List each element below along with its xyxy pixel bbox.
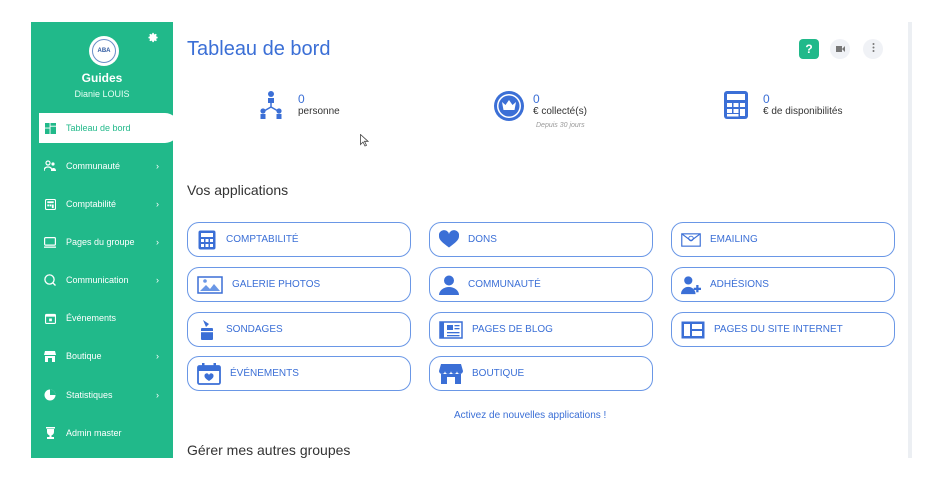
app-polls[interactable]: SONDAGES <box>187 312 411 347</box>
sidebar-item-accounting[interactable]: Comptabilité › <box>31 189 173 219</box>
stat-label: € de disponibilités <box>763 106 843 117</box>
app-label: ADHÉSIONS <box>710 279 769 290</box>
app-label: ÉVÉNEMENTS <box>230 368 299 379</box>
stat-value: 0 <box>763 92 770 106</box>
group-name: Guides <box>81 71 123 85</box>
sidebar-item-dashboard[interactable]: Tableau de bord <box>39 113 179 143</box>
apps-section-title: Vos applications <box>187 182 289 198</box>
app-label: BOUTIQUE <box>472 368 525 379</box>
chevron-right-icon: › <box>156 275 159 285</box>
user-icon <box>439 275 459 295</box>
group-logo[interactable]: ABA <box>89 36 119 66</box>
app-label: COMPTABILITÉ <box>226 234 299 245</box>
help-button[interactable]: ? <box>799 39 819 59</box>
gear-icon[interactable] <box>148 32 159 46</box>
page-title: Tableau de bord <box>187 38 331 60</box>
chevron-right-icon: › <box>156 237 159 247</box>
stat-label: personne <box>298 106 340 117</box>
video-button[interactable] <box>830 39 850 59</box>
app-accounting[interactable]: COMPTABILITÉ <box>187 222 411 257</box>
activate-apps-link[interactable]: Activez de nouvelles applications ! <box>454 410 606 421</box>
shop-icon <box>44 350 56 362</box>
sidebar-item-label: Boutique <box>66 351 102 361</box>
calculator-icon <box>44 198 56 210</box>
chevron-right-icon: › <box>156 390 159 400</box>
app-donations[interactable]: DONS <box>429 222 653 257</box>
trophy-icon <box>44 427 56 439</box>
sidebar-item-label: Tableau de bord <box>66 123 131 133</box>
calendar-icon <box>197 362 221 385</box>
dashboard-icon <box>44 122 56 134</box>
chevron-right-icon: › <box>156 351 159 361</box>
people-icon <box>44 160 56 172</box>
app-memberships[interactable]: ADHÉSIONS <box>671 267 895 302</box>
app-website-pages[interactable]: PAGES DU SITE INTERNET <box>671 312 895 347</box>
app-label: SONDAGES <box>226 324 283 335</box>
stat-available: 0 € de disponibilités <box>723 86 873 130</box>
video-icon <box>835 44 845 55</box>
group-logo-text: ABA <box>92 39 116 63</box>
calculator-icon <box>723 90 749 125</box>
chevron-right-icon: › <box>156 199 159 209</box>
groups-section-title: Gérer mes autres groupes <box>187 442 351 458</box>
chat-icon <box>44 274 56 286</box>
app-shop[interactable]: BOUTIQUE <box>429 356 653 391</box>
newspaper-icon <box>439 320 463 340</box>
heart-icon <box>439 229 459 250</box>
sidebar-item-group-pages[interactable]: Pages du groupe › <box>31 227 173 257</box>
app-label: EMAILING <box>710 234 758 245</box>
more-vertical-icon <box>872 43 875 55</box>
shop-icon <box>439 363 463 384</box>
sidebar-item-label: Statistiques <box>66 390 113 400</box>
sidebar-item-label: Admin master <box>66 428 122 438</box>
sidebar-item-community[interactable]: Communauté › <box>31 151 173 181</box>
app-emailing[interactable]: EMAILING <box>671 222 895 257</box>
app-label: DONS <box>468 234 497 245</box>
crown-icon <box>493 90 525 127</box>
app-label: PAGES DU SITE INTERNET <box>714 324 843 335</box>
sidebar-item-admin[interactable]: Admin master <box>31 418 173 448</box>
user-name: Dianie LOUIS <box>74 89 130 99</box>
stat-value: 0 <box>533 92 540 106</box>
more-button[interactable] <box>863 39 883 59</box>
user-plus-icon <box>681 275 701 295</box>
envelope-icon <box>681 230 701 250</box>
chevron-right-icon: › <box>156 161 159 171</box>
stat-label: € collecté(s) <box>533 106 587 117</box>
sidebar: ABA Guides Dianie LOUIS Tableau de bord … <box>31 22 179 458</box>
stat-subtext: Depuis 30 jours <box>536 122 585 129</box>
sidebar-item-label: Comptabilité <box>66 199 117 209</box>
stats-icon <box>44 389 56 401</box>
stat-collected: 0 € collecté(s) Depuis 30 jours <box>493 86 633 130</box>
stat-value: 0 <box>298 92 305 106</box>
sidebar-item-shop[interactable]: Boutique › <box>31 341 173 371</box>
poll-icon <box>197 319 217 340</box>
app-community[interactable]: COMMUNAUTÉ <box>429 267 653 302</box>
sidebar-header: ABA Guides Dianie LOUIS <box>31 22 173 115</box>
sidebar-item-statistics[interactable]: Statistiques › <box>31 380 173 410</box>
app-label: PAGES DE BLOG <box>472 324 553 335</box>
app-photo-gallery[interactable]: GALERIE PHOTOS <box>187 267 411 302</box>
scrollbar[interactable] <box>908 22 912 458</box>
sidebar-item-communication[interactable]: Communication › <box>31 265 173 295</box>
sidebar-item-label: Événements <box>66 313 117 323</box>
sidebar-item-label: Pages du groupe <box>66 237 135 247</box>
app-label: COMMUNAUTÉ <box>468 279 541 290</box>
image-icon <box>197 275 223 295</box>
sidebar-item-label: Communauté <box>66 161 121 171</box>
app-label: GALERIE PHOTOS <box>232 279 321 290</box>
monitor-icon <box>44 236 56 248</box>
calendar-icon <box>44 312 56 324</box>
mouse-cursor-icon <box>360 133 370 152</box>
website-icon <box>681 320 705 340</box>
stat-members: 0 personne <box>258 86 388 130</box>
sidebar-item-events[interactable]: Événements <box>31 303 173 333</box>
app-blog-pages[interactable]: PAGES DE BLOG <box>429 312 653 347</box>
people-tree-icon <box>258 90 284 125</box>
app-events[interactable]: ÉVÉNEMENTS <box>187 356 411 391</box>
sidebar-item-label: Communication <box>66 275 129 285</box>
calculator-icon <box>197 230 217 250</box>
